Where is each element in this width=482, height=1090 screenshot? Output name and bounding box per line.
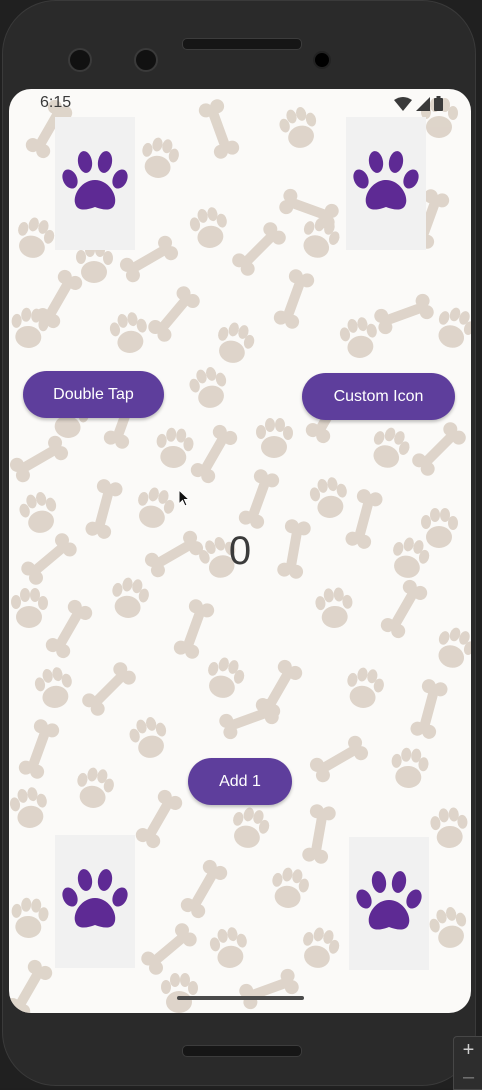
home-indicator[interactable] — [177, 996, 304, 1000]
top-speaker — [182, 38, 302, 50]
add-one-button[interactable]: Add 1 — [188, 758, 292, 805]
paw-icon — [60, 146, 130, 221]
custom-icon-button[interactable]: Custom Icon — [302, 373, 455, 420]
emulator-zoom-controls: + – — [453, 1036, 482, 1090]
paw-card-bottom-right[interactable] — [349, 837, 429, 970]
paw-card-top-left[interactable] — [55, 117, 135, 250]
status-bar: 6:15 — [9, 89, 471, 117]
front-sensor — [68, 48, 92, 72]
front-camera — [313, 51, 331, 69]
status-time: 6:15 — [40, 94, 72, 111]
status-icons — [394, 96, 443, 116]
bottom-speaker — [182, 1045, 302, 1057]
emulator-device: 6:15 Double Tap Custom Icon 0 Add 1 + – — [0, 0, 482, 1090]
counter-value: 0 — [228, 529, 252, 573]
mouse-cursor-icon — [178, 488, 191, 513]
paw-icon — [354, 866, 424, 941]
paw-icon — [351, 146, 421, 221]
zoom-out-button[interactable]: – — [454, 1067, 482, 1087]
app-screen: 6:15 Double Tap Custom Icon 0 Add 1 — [9, 89, 471, 1013]
paw-card-top-right[interactable] — [346, 117, 426, 250]
double-tap-button[interactable]: Double Tap — [23, 371, 164, 418]
zoom-in-button[interactable]: + — [454, 1040, 482, 1060]
paw-card-bottom-left[interactable] — [55, 835, 135, 968]
cellular-signal-icon — [416, 96, 430, 116]
paw-icon — [60, 864, 130, 939]
front-sensor — [134, 48, 158, 72]
wifi-icon — [394, 96, 412, 116]
battery-icon — [434, 96, 443, 116]
